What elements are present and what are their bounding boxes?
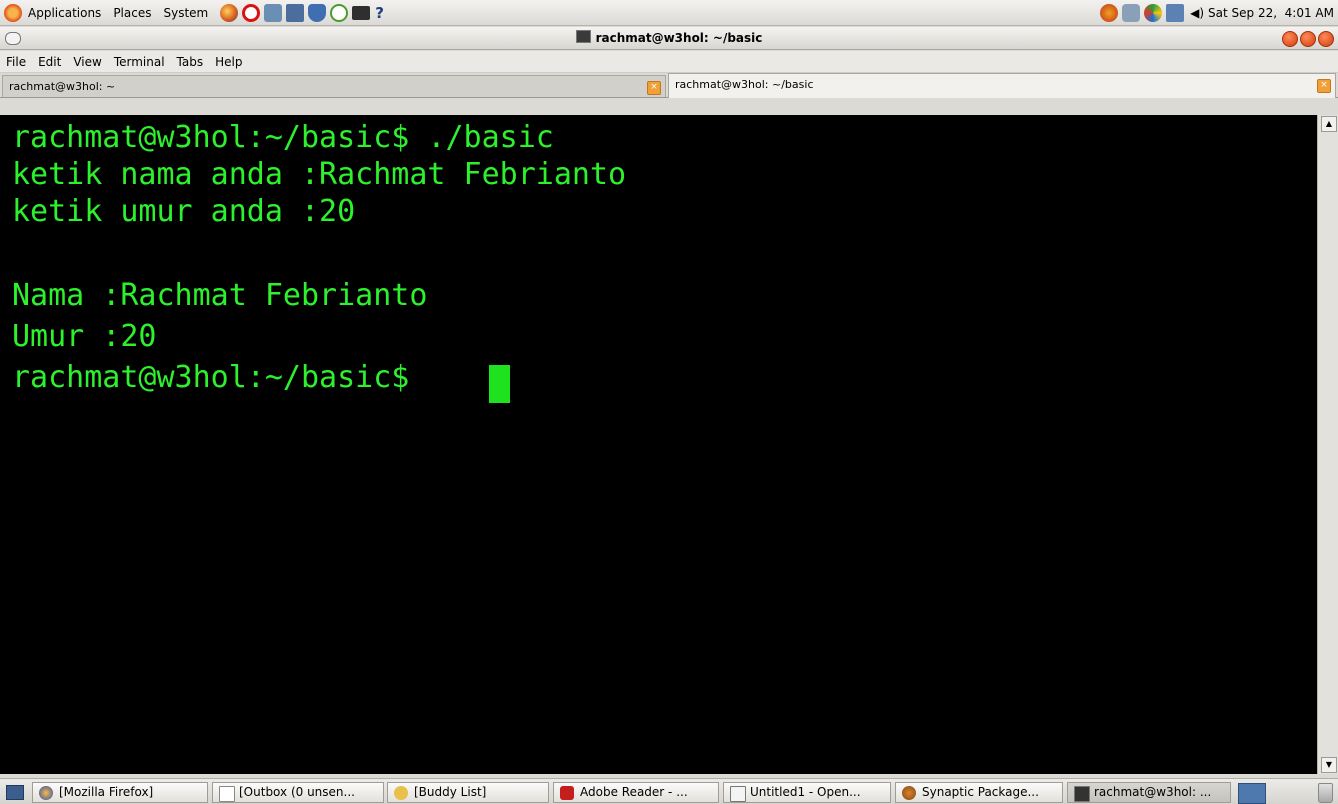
synaptic-icon — [902, 786, 916, 800]
tab-label: rachmat@w3hol: ~ — [9, 80, 116, 93]
window-titlebar[interactable]: rachmat@w3hol: ~/basic — [0, 27, 1338, 50]
launcher-bar: ? — [218, 3, 384, 22]
wireless-icon[interactable] — [330, 3, 349, 22]
terminal-line: Umur :20 — [12, 319, 157, 354]
taskbar-item-terminal[interactable]: rachmat@w3hol: ... — [1067, 782, 1231, 803]
system-menu[interactable]: System — [157, 6, 214, 20]
display-icon[interactable] — [1166, 4, 1185, 22]
menu-tabs[interactable]: Tabs — [171, 55, 210, 69]
terminal-scrollbar[interactable]: ▲ ▼ — [1317, 115, 1338, 774]
tab-home[interactable]: rachmat@w3hol: ~ × — [2, 75, 666, 97]
taskbar-label: Adobe Reader - ... — [580, 785, 688, 799]
taskbar-item-buddy-list[interactable]: [Buddy List] — [387, 782, 549, 803]
update-icon[interactable] — [1100, 4, 1119, 22]
terminal-icon — [575, 30, 591, 43]
menu-edit[interactable]: Edit — [32, 55, 67, 69]
terminal-cursor — [489, 365, 510, 403]
maximize-button[interactable] — [1300, 31, 1316, 47]
menu-terminal[interactable]: Terminal — [108, 55, 171, 69]
places-menu[interactable]: Places — [107, 6, 157, 20]
mail-icon[interactable] — [352, 5, 371, 20]
clock[interactable]: Sat Sep 22, 4:01 AM — [1208, 6, 1334, 20]
terminal-prompt: rachmat@w3hol:~/basic$ — [12, 360, 428, 395]
firefox-icon — [39, 786, 53, 800]
menubar: File Edit View Terminal Tabs Help — [0, 51, 1338, 73]
trash-icon[interactable] — [1318, 783, 1333, 803]
applications-menu[interactable]: Applications — [22, 6, 107, 20]
system-tray: ◀) Sat Sep 22, 4:01 AM — [1098, 0, 1334, 26]
taskbar-item-openoffice[interactable]: Untitled1 - Open... — [723, 782, 891, 803]
bottom-taskbar: [Mozilla Firefox] [Outbox (0 unsen... [B… — [0, 778, 1338, 804]
firefox-icon[interactable] — [220, 3, 239, 22]
taskbar-label: Synaptic Package... — [922, 785, 1039, 799]
workspace-switcher[interactable] — [1238, 783, 1266, 804]
help-icon[interactable]: ? — [375, 4, 384, 22]
tab-label: rachmat@w3hol: ~/basic — [675, 78, 814, 91]
editor-icon[interactable] — [286, 3, 305, 22]
top-panel: Applications Places System ? ◀) Sat Sep … — [0, 0, 1338, 26]
close-button[interactable] — [1318, 31, 1334, 47]
terminal-icon — [1074, 786, 1090, 802]
taskbar-item-outbox[interactable]: [Outbox (0 unsen... — [212, 782, 384, 803]
network-icon[interactable] — [264, 3, 283, 22]
menu-view[interactable]: View — [67, 55, 107, 69]
gnome-foot-icon[interactable] — [4, 3, 22, 22]
show-desktop-icon[interactable] — [6, 785, 24, 800]
pidgin-icon — [394, 786, 408, 800]
shield-icon[interactable] — [308, 3, 327, 22]
terminal-line: ketik umur anda :20 — [12, 194, 356, 229]
close-tab-icon[interactable]: × — [1317, 79, 1331, 93]
terminal-output[interactable]: rachmat@w3hol:~/basic$ ./basic ketik nam… — [0, 115, 1317, 774]
taskbar-label: Untitled1 - Open... — [750, 785, 861, 799]
opera-icon[interactable] — [242, 3, 261, 22]
terminal-line: Nama :Rachmat Febrianto — [12, 278, 428, 313]
minimize-button[interactable] — [1282, 31, 1298, 47]
taskbar-label: [Mozilla Firefox] — [59, 785, 154, 799]
window-title: rachmat@w3hol: ~/basic — [595, 31, 763, 45]
network-monitor-icon[interactable] — [1122, 4, 1141, 22]
terminal-line: ketik nama anda :Rachmat Febrianto — [12, 157, 627, 192]
messenger-icon[interactable] — [1144, 4, 1163, 22]
close-tab-icon[interactable]: × — [647, 81, 661, 95]
taskbar-label: rachmat@w3hol: ... — [1094, 785, 1212, 799]
scroll-up-icon[interactable]: ▲ — [1321, 116, 1337, 132]
taskbar-item-synaptic[interactable]: Synaptic Package... — [895, 782, 1063, 803]
terminal-line: rachmat@w3hol:~/basic$ ./basic — [12, 120, 554, 155]
document-icon — [730, 786, 746, 802]
taskbar-label: [Outbox (0 unsen... — [239, 785, 355, 799]
envelope-icon — [219, 786, 235, 802]
taskbar-label: [Buddy List] — [414, 785, 487, 799]
tab-basic[interactable]: rachmat@w3hol: ~/basic × — [668, 73, 1336, 98]
menu-file[interactable]: File — [0, 55, 32, 69]
volume-icon[interactable]: ◀) — [1190, 6, 1204, 20]
taskbar-item-adobe-reader[interactable]: Adobe Reader - ... — [553, 782, 719, 803]
scroll-down-icon[interactable]: ▼ — [1321, 757, 1337, 773]
menu-help[interactable]: Help — [209, 55, 248, 69]
taskbar-item-firefox[interactable]: [Mozilla Firefox] — [32, 782, 208, 803]
adobe-reader-icon — [560, 786, 574, 800]
tab-bar: rachmat@w3hol: ~ × rachmat@w3hol: ~/basi… — [0, 73, 1338, 98]
